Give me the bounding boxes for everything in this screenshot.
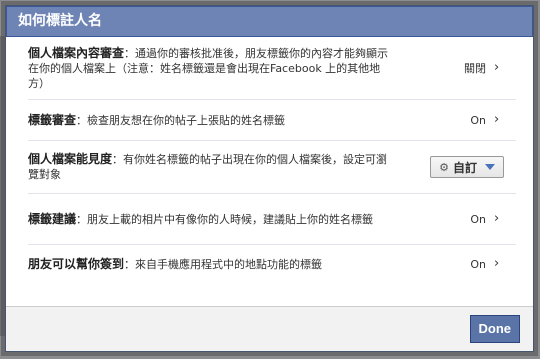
setting-row-tag-suggestions[interactable]: 標籤建議：朋友上載的相片中有像你的人時候，建議貼上你的姓名標籤 On ›	[28, 194, 516, 245]
setting-row-friends-check-in[interactable]: 朋友可以幫你簽到：來自手機應用程式中的地點功能的標籤 On ›	[28, 245, 516, 283]
chevron-right-icon[interactable]: ›	[494, 212, 506, 226]
setting-label: 朋友可以幫你簽到	[28, 256, 125, 271]
done-button[interactable]: Done	[469, 315, 520, 343]
setting-row-profile-review[interactable]: 個人檔案內容審查：通過你的審核批准後，朋友標籤你的內容才能夠顯示在你的個人檔案上…	[28, 37, 516, 100]
setting-description: ：檢查朋友想在你的帖子上張貼的姓名標籤	[76, 113, 286, 127]
chevron-right-icon[interactable]: ›	[494, 113, 506, 127]
gear-icon: ⚙	[439, 160, 449, 174]
setting-label: 個人檔案能見度	[28, 152, 113, 166]
chevron-right-icon[interactable]: ›	[494, 257, 506, 271]
settings-list: 個人檔案內容審查：通過你的審核批准後，朋友標籤你的內容才能夠顯示在你的個人檔案上…	[6, 37, 533, 307]
chevron-right-icon[interactable]: ›	[494, 61, 506, 75]
setting-value: On	[470, 212, 486, 226]
caret-down-icon	[485, 164, 495, 170]
setting-row-tag-review[interactable]: 標籤審查：檢查朋友想在你的帖子上張貼的姓名標籤 On ›	[28, 100, 516, 141]
setting-value: On	[470, 257, 486, 271]
setting-label: 個人檔案內容審查	[28, 45, 125, 60]
setting-label: 標籤審查	[28, 112, 77, 127]
setting-description: ：朋友上載的相片中有像你的人時候，建議貼上你的姓名標籤	[76, 212, 374, 226]
audience-dropdown-button[interactable]: ⚙ 自訂	[430, 156, 504, 178]
setting-row-profile-visibility: 個人檔案能見度：有你姓名標籤的帖子出現在你的個人檔案後，設定可瀏覽對象 ⚙ 自訂	[28, 141, 516, 194]
dropdown-label: 自訂	[452, 160, 477, 175]
setting-label: 標籤建議	[28, 211, 77, 226]
setting-value: 關閉	[464, 62, 486, 75]
dialog-footer: Done	[6, 306, 533, 351]
setting-value: On	[470, 113, 486, 127]
dialog-title: 如何標註人名	[6, 6, 533, 37]
setting-description: ：來自手機應用程式中的地點功能的標籤	[124, 257, 323, 271]
tagging-settings-dialog: 如何標註人名 個人檔案內容審查：通過你的審核批准後，朋友標籤你的內容才能夠顯示在…	[5, 5, 534, 352]
